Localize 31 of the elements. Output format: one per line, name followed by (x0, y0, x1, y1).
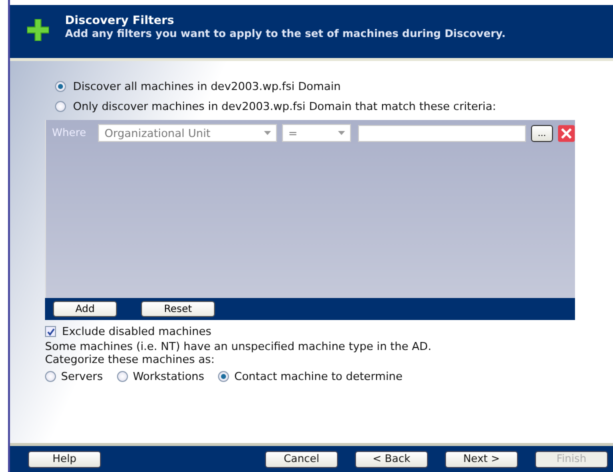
header-subtitle: Add any filters you want to apply to the set of machines during Discovery. (65, 27, 506, 41)
wizard-button[interactable]: < Back (355, 450, 428, 468)
radio-label: Servers (61, 370, 103, 382)
wizard-button[interactable]: Cancel (265, 450, 338, 468)
delete-icon[interactable] (558, 124, 575, 142)
dropdown-arrow-icon (264, 131, 272, 135)
field-dropdown[interactable]: Organizational Unit (98, 124, 278, 142)
radio-label: Only discover machines in dev2003.wp.fsi Domain that match these criteria: (73, 100, 496, 112)
radio-label: Contact machine to determine (234, 370, 403, 382)
value-input[interactable] (358, 124, 526, 142)
filter-button[interactable]: Add (53, 301, 117, 317)
dropdown-arrow-icon (338, 131, 344, 135)
checkbox[interactable] (45, 326, 56, 337)
checkbox-label: Exclude disabled machines (62, 325, 212, 338)
radio-label: Workstations (132, 370, 204, 382)
help-button[interactable]: Help (28, 450, 101, 468)
radio-button[interactable] (55, 80, 66, 92)
filter-button[interactable]: Reset (141, 301, 215, 317)
header-title: Discovery Filters (65, 13, 176, 27)
radio-label: Discover all machines in dev2003.wp.fsi Domain (73, 80, 341, 92)
plus-icon (27, 19, 49, 41)
browse-button[interactable]: ... (530, 124, 554, 142)
operator-dropdown[interactable]: = (282, 124, 350, 142)
radio-button[interactable] (116, 370, 128, 382)
radio-button[interactable] (55, 100, 66, 112)
where-label: Where (52, 127, 88, 139)
radio-button[interactable] (218, 370, 230, 382)
note-text: Some machines (i.e. NT) have an unspecified machine type in the AD. (45, 340, 432, 353)
note-text: Categorize these machines as: (45, 353, 216, 366)
wizard-button[interactable]: Next > (445, 450, 518, 468)
radio-button[interactable] (45, 370, 56, 382)
